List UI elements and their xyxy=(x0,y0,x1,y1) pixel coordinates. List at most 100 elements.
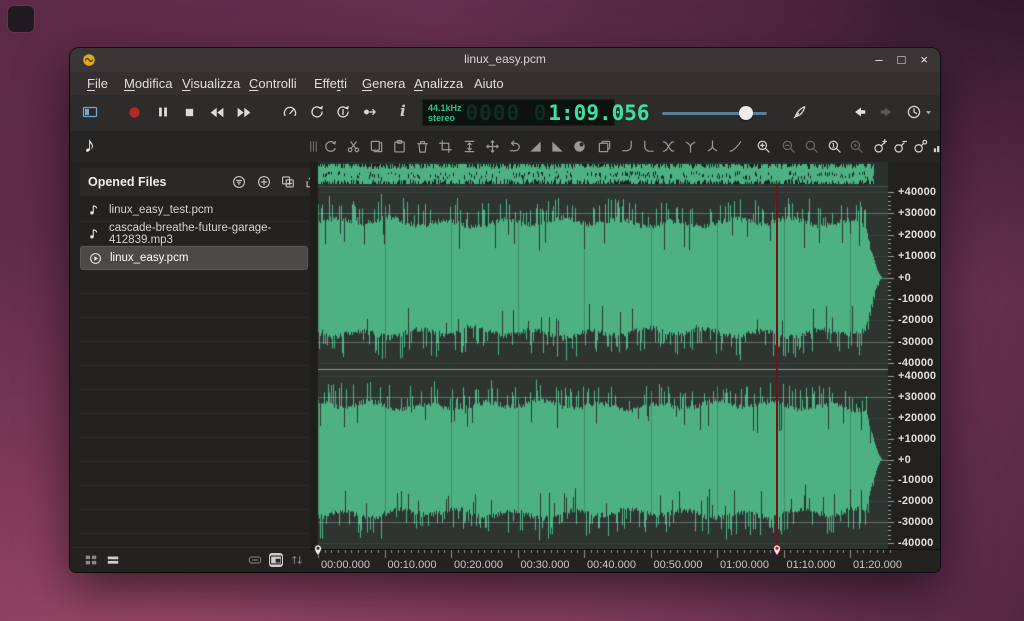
add-file-button[interactable] xyxy=(257,175,271,189)
miniature-view-button[interactable] xyxy=(269,553,283,567)
menu-effetti[interactable]: Effetti xyxy=(310,74,351,93)
file-item[interactable]: linux_easy_test.pcm xyxy=(80,198,308,222)
drag-handle-button[interactable] xyxy=(306,139,321,154)
file-list-empty-row xyxy=(80,438,308,462)
file-list-empty-row xyxy=(80,414,308,438)
redo-button[interactable] xyxy=(878,104,894,120)
timeline-ticks xyxy=(310,550,940,559)
timeline-label: 00:20.000 xyxy=(454,559,503,571)
amplitude-label-ch2: +10000 xyxy=(898,433,936,445)
curve-l-button[interactable] xyxy=(641,139,656,154)
fade-in-button[interactable] xyxy=(528,139,543,154)
zoom-selection-button[interactable] xyxy=(849,139,864,154)
stop-button[interactable] xyxy=(183,106,196,119)
play-speed-button[interactable] xyxy=(282,104,298,120)
mix-paste-button[interactable] xyxy=(597,139,612,154)
move-button[interactable] xyxy=(485,139,500,154)
duplicate-file-button[interactable] xyxy=(281,175,295,189)
file-list-empty-row xyxy=(80,342,308,366)
vertical-zoom-reset-button[interactable] xyxy=(913,139,928,154)
menu-genera[interactable]: Genera xyxy=(358,74,409,93)
refresh-button[interactable] xyxy=(323,139,338,154)
filter-file-button[interactable] xyxy=(232,175,246,189)
time-ghost-digits: 0000 0 xyxy=(466,101,548,125)
play-icon xyxy=(89,252,102,265)
levels-button[interactable] xyxy=(932,139,940,154)
revert-button[interactable] xyxy=(507,139,522,154)
zoom-out-button[interactable] xyxy=(781,139,796,154)
desktop-item[interactable] xyxy=(8,6,34,32)
timeline-label: 01:00.000 xyxy=(720,559,769,571)
file-list-empty-row xyxy=(80,510,308,534)
app-note-logo: ♪ xyxy=(84,132,95,158)
close-button[interactable]: × xyxy=(920,51,928,68)
playhead-pin[interactable] xyxy=(772,543,782,556)
follow-cursor-button[interactable] xyxy=(361,104,377,120)
file-list-empty-row xyxy=(80,366,308,390)
draw-line-button[interactable] xyxy=(728,139,743,154)
sort-files-button[interactable] xyxy=(290,553,304,567)
collapse-button[interactable] xyxy=(248,553,262,567)
curve-j-button[interactable] xyxy=(620,139,635,154)
amplitude-label-ch2: -10000 xyxy=(898,474,933,486)
file-item-selected[interactable]: linux_easy.pcm xyxy=(80,246,308,270)
undo-history-caret[interactable] xyxy=(924,108,933,117)
amplitude-label-ch1: -20000 xyxy=(898,314,933,326)
menu-controlli[interactable]: Controlli xyxy=(245,74,301,93)
cut-button[interactable] xyxy=(346,139,361,154)
zoom-free-button[interactable] xyxy=(804,139,819,154)
vertical-zoom-out-button[interactable] xyxy=(893,139,908,154)
fast-forward-button[interactable] xyxy=(236,104,253,121)
timeline-label: 00:30.000 xyxy=(521,559,570,571)
menu-modifica[interactable]: Modifica xyxy=(120,74,176,93)
vertical-zoom-in-button[interactable] xyxy=(873,139,888,154)
timeline-label: 00:40.000 xyxy=(587,559,636,571)
menubar: File ModificaVisualizzaControlli Effetti Ge… xyxy=(70,72,940,95)
amplitude-label-ch2: -40000 xyxy=(898,537,933,549)
time-value: 1:09.056 xyxy=(548,101,649,125)
primary-toolbar: i 44.1kHz stereo 0000 01:09.056 xyxy=(70,95,940,132)
amplitude-label-ch2: +0 xyxy=(898,454,911,466)
undo-button[interactable] xyxy=(852,104,868,120)
info-icon[interactable]: i xyxy=(400,102,412,120)
menu-file[interactable]: File xyxy=(83,74,112,93)
waveform-canvas[interactable] xyxy=(310,162,940,549)
copy-button[interactable] xyxy=(369,139,384,154)
file-item[interactable]: cascade-breathe-future-garage-412839.mp3 xyxy=(80,222,308,246)
list-view-button[interactable] xyxy=(106,553,120,567)
merge-button[interactable] xyxy=(705,139,720,154)
file-list-empty-row xyxy=(80,294,308,318)
trim-button[interactable] xyxy=(438,139,453,154)
menu-analizza[interactable]: Analizza xyxy=(410,74,467,93)
minimize-button[interactable]: – xyxy=(875,51,882,68)
edit-pen-button[interactable] xyxy=(792,104,808,120)
fade-out-button[interactable] xyxy=(550,139,565,154)
amplitude-label-ch1: +10000 xyxy=(898,250,936,262)
record-button[interactable] xyxy=(127,105,142,120)
file-list-empty-row xyxy=(80,390,308,414)
amplify-button[interactable] xyxy=(462,139,477,154)
playback-cursor[interactable] xyxy=(776,186,778,549)
selection-start-pin[interactable] xyxy=(313,543,323,556)
zoom-in-button[interactable] xyxy=(756,139,771,154)
delete-button[interactable] xyxy=(415,139,430,154)
normalize-button[interactable] xyxy=(572,139,587,154)
paste-button[interactable] xyxy=(392,139,407,154)
pause-button[interactable] xyxy=(156,105,170,119)
crossfade-button[interactable] xyxy=(661,139,676,154)
menu-visualizza[interactable]: Visualizza xyxy=(178,74,244,93)
zoom-one-to-one-button[interactable]: 1 xyxy=(827,139,842,154)
titlebar[interactable]: linux_easy.pcm – □ × xyxy=(70,48,940,72)
undo-history-button[interactable] xyxy=(906,104,922,120)
loop-selection-button[interactable] xyxy=(335,104,351,120)
maximize-button[interactable]: □ xyxy=(898,51,906,68)
volume-knob[interactable] xyxy=(739,106,753,120)
rewind-button[interactable] xyxy=(208,104,225,121)
menu-aiuto[interactable]: Aiuto xyxy=(470,74,508,93)
sidebar-toggle-button[interactable] xyxy=(82,104,98,120)
volume-slider[interactable] xyxy=(662,107,767,121)
timeline-ruler[interactable]: 00:00.00000:10.00000:20.00000:30.00000:4… xyxy=(310,549,940,572)
grid-view-button[interactable] xyxy=(84,553,98,567)
split-button[interactable] xyxy=(683,139,698,154)
loop-playback-button[interactable] xyxy=(309,104,325,120)
